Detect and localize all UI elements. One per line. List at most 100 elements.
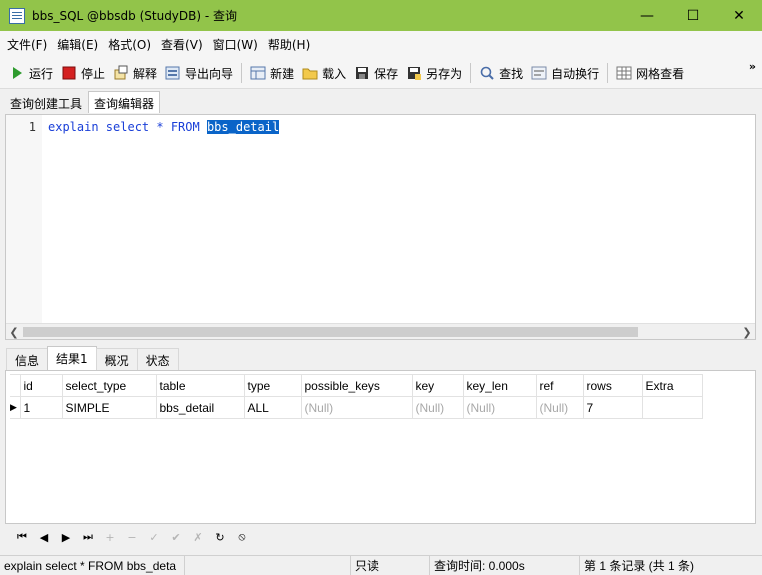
next-record-icon[interactable]: ▶ — [55, 526, 77, 548]
stop-loading-icon[interactable]: ⦸ — [231, 526, 253, 548]
line-number-gutter: 1 — [6, 115, 42, 325]
table-cell[interactable] — [641, 396, 703, 419]
menu-help[interactable]: 帮助(H) — [264, 36, 314, 53]
word-wrap-button[interactable]: 自动换行 — [527, 61, 603, 85]
menu-view[interactable]: 查看(V) — [157, 36, 207, 53]
column-header[interactable]: key_len — [462, 374, 537, 397]
save-label: 保存 — [374, 66, 399, 81]
menu-bar: 文件(F) 编辑(E) 格式(O) 查看(V) 窗口(W) 帮助(H) — [0, 31, 762, 58]
refresh-icon[interactable]: ↻ — [209, 526, 231, 548]
sql-code-text: explain select * FROM — [48, 120, 207, 134]
current-row-indicator-icon: ▶ — [10, 396, 21, 419]
table-cell[interactable]: bbs_detail — [155, 396, 245, 419]
result-grid: id select_type table type possible_keys … — [5, 370, 756, 524]
result-table: id select_type table type possible_keys … — [10, 374, 703, 419]
last-record-icon[interactable]: ⏭ — [77, 526, 99, 548]
menu-format[interactable]: 格式(O) — [104, 36, 155, 53]
grid-icon — [616, 65, 632, 81]
new-button[interactable]: 新建 — [246, 61, 298, 85]
status-spacer — [185, 556, 350, 575]
tab-status[interactable]: 状态 — [136, 348, 179, 370]
load-button[interactable]: 载入 — [298, 61, 350, 85]
row-marker-header — [10, 374, 21, 397]
explain-icon — [113, 65, 129, 81]
stop-icon — [61, 65, 77, 81]
run-label: 运行 — [29, 66, 54, 81]
column-header[interactable]: select_type — [61, 374, 157, 397]
find-button[interactable]: 查找 — [475, 61, 527, 85]
discard-changes-icon[interactable]: ✗ — [187, 526, 209, 548]
scrollbar-thumb[interactable] — [23, 327, 638, 337]
column-header[interactable]: ref — [535, 374, 584, 397]
sql-code-line[interactable]: explain select * FROM bbs_detail — [48, 120, 280, 134]
new-query-icon — [250, 65, 266, 81]
add-record-icon[interactable]: + — [99, 526, 121, 548]
save-as-button[interactable]: 另存为 — [402, 61, 466, 85]
close-button[interactable]: ✕ — [716, 0, 762, 31]
table-cell[interactable]: (Null) — [411, 396, 464, 419]
header-row: id select_type table type possible_keys … — [10, 374, 703, 397]
title-bar: bbs_SQL @bbsdb (StudyDB) - 查询 — ☐ ✕ — [0, 0, 762, 31]
tab-query-editor[interactable]: 查询编辑器 — [88, 91, 161, 113]
selected-text: bbs_detail — [206, 120, 280, 134]
load-label: 载入 — [322, 66, 347, 81]
sql-editor[interactable]: 1 explain select * FROM bbs_detail ❮ ❯ — [5, 114, 756, 340]
maximize-button[interactable]: ☐ — [670, 0, 716, 31]
word-wrap-icon — [531, 65, 547, 81]
toolbar-overflow-icon[interactable]: » — [749, 60, 756, 73]
table-row[interactable]: ▶ 1 SIMPLE bbs_detail ALL (Null) (Null) … — [10, 396, 703, 419]
apply-changes-icon[interactable]: ✔ — [165, 526, 187, 548]
status-mode: 只读 — [350, 555, 430, 575]
previous-record-icon[interactable]: ◀ — [33, 526, 55, 548]
query-mode-tabs: 查询创建工具 查询编辑器 — [0, 89, 762, 113]
toolbar-separator — [607, 63, 609, 83]
table-cell[interactable]: ALL — [243, 396, 302, 419]
table-cell[interactable]: (Null) — [462, 396, 537, 419]
window-title: bbs_SQL @bbsdb (StudyDB) - 查询 — [32, 9, 238, 23]
grid-view-button[interactable]: 网格查看 — [612, 61, 688, 85]
save-button[interactable]: 保存 — [350, 61, 402, 85]
edit-record-icon[interactable]: ✓ — [143, 526, 165, 548]
explain-button[interactable]: 解释 — [109, 61, 161, 85]
tab-profile[interactable]: 概况 — [95, 348, 138, 370]
delete-record-icon[interactable]: − — [121, 526, 143, 548]
first-record-icon[interactable]: ⏮ — [11, 526, 33, 548]
horizontal-scrollbar[interactable]: ❮ ❯ — [6, 323, 755, 339]
column-header[interactable]: id — [19, 374, 63, 397]
scroll-right-icon[interactable]: ❯ — [739, 324, 755, 340]
table-cell[interactable]: SIMPLE — [61, 396, 157, 419]
grid-view-label: 网格查看 — [636, 66, 685, 81]
export-wizard-button[interactable]: 导出向导 — [161, 61, 237, 85]
menu-window[interactable]: 窗口(W) — [209, 36, 262, 53]
column-header[interactable]: type — [243, 374, 302, 397]
table-cell[interactable]: 1 — [19, 396, 63, 419]
tab-info[interactable]: 信息 — [6, 348, 49, 370]
menu-edit[interactable]: 编辑(E) — [53, 36, 102, 53]
scroll-left-icon[interactable]: ❮ — [6, 324, 22, 340]
result-tabs: 信息 结果1 概况 状态 — [0, 346, 762, 370]
column-header[interactable]: key — [411, 374, 464, 397]
column-header[interactable]: possible_keys — [300, 374, 413, 397]
table-cell[interactable]: (Null) — [535, 396, 584, 419]
toolbar-separator — [241, 63, 243, 83]
menu-file[interactable]: 文件(F) — [3, 36, 51, 53]
run-button[interactable]: 运行 — [5, 61, 57, 85]
search-icon — [479, 65, 495, 81]
line-number: 1 — [28, 120, 36, 134]
column-header[interactable]: rows — [582, 374, 643, 397]
table-cell[interactable]: 7 — [582, 396, 643, 419]
tab-result1[interactable]: 结果1 — [47, 346, 97, 370]
minimize-button[interactable]: — — [624, 0, 670, 31]
stop-button[interactable]: 停止 — [57, 61, 109, 85]
explain-label: 解释 — [133, 66, 158, 81]
word-wrap-label: 自动换行 — [551, 66, 600, 81]
tab-query-builder[interactable]: 查询创建工具 — [4, 91, 88, 113]
play-icon — [9, 65, 25, 81]
status-sql: explain select * FROM bbs_deta — [0, 555, 185, 575]
save-as-label: 另存为 — [426, 66, 463, 81]
save-icon — [354, 65, 370, 81]
column-header[interactable]: Extra — [641, 374, 703, 397]
column-header[interactable]: table — [155, 374, 245, 397]
status-bar: explain select * FROM bbs_deta 只读 查询时间: … — [0, 555, 762, 575]
table-cell[interactable]: (Null) — [300, 396, 413, 419]
